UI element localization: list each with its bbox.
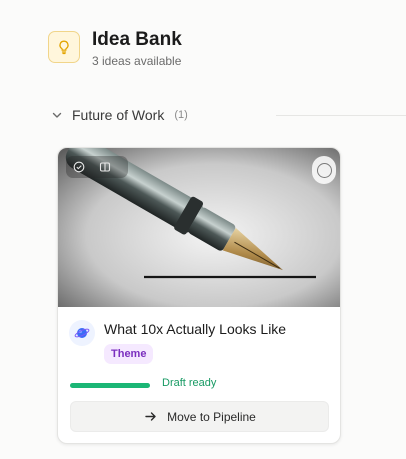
grid-icon[interactable] xyxy=(96,158,114,176)
select-circle-icon[interactable] xyxy=(312,156,336,184)
page-title: Idea Bank xyxy=(92,29,182,50)
section-future-of-work[interactable]: Future of Work (1) xyxy=(50,107,406,123)
fountain-pen-image xyxy=(58,148,340,307)
idea-title[interactable]: What 10x Actually Looks Like xyxy=(104,321,286,346)
section-title[interactable]: Future of Work xyxy=(72,107,164,123)
image-toolbar xyxy=(66,156,128,178)
theme-badge: Theme xyxy=(104,344,154,364)
chevron-down-icon[interactable] xyxy=(50,108,64,122)
ideas-count: 3 ideas available xyxy=(92,54,182,68)
progress-fill xyxy=(70,383,150,388)
planet-icon xyxy=(69,320,95,346)
idea-card[interactable]: What 10x Actually Looks Like Theme Draft… xyxy=(57,147,341,444)
section-divider xyxy=(276,115,406,116)
progress-bar xyxy=(70,383,150,388)
section-count: (1) xyxy=(174,109,188,121)
move-to-pipeline-button[interactable]: Move to Pipeline xyxy=(70,401,329,432)
arrow-right-icon xyxy=(143,410,157,424)
check-circle-icon[interactable] xyxy=(70,158,88,176)
move-button-label: Move to Pipeline xyxy=(167,409,256,424)
lightbulb-icon xyxy=(48,31,80,63)
idea-bank-header: Idea Bank 3 ideas available xyxy=(48,29,182,68)
status-label: Draft ready xyxy=(162,377,217,389)
